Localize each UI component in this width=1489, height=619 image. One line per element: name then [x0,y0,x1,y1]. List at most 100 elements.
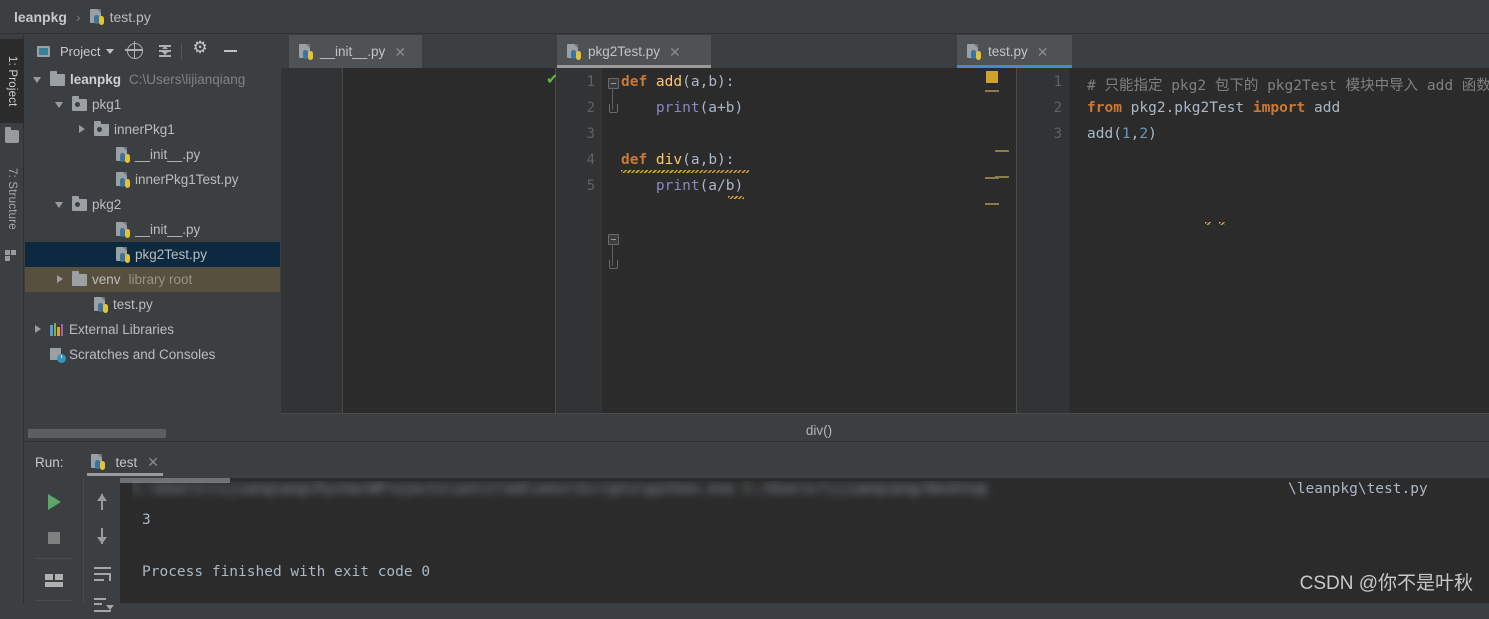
tree-item-pkg2test-py[interactable]: pkg2Test.py [25,242,280,267]
console-command-line: C:\Users\lijianqiang\PycharmProjects\unt… [132,481,1432,507]
run-console-output[interactable]: C:\Users\lijianqiang\PycharmProjects\unt… [120,478,1489,603]
project-view-icon[interactable] [32,40,54,62]
tree-item-hint: C:\Users\lijianqiang [129,72,246,87]
stop-button[interactable] [25,524,83,552]
editor-pane-pkg2test[interactable]: ✔ 1 def add(a,b): 2 print(a+b) 3 4 def div(a,… [546,68,1062,413]
sidebar-tab-structure[interactable]: 7: Structure [0,155,24,243]
run-configuration-tab[interactable]: test ✕ [86,446,164,478]
run-toolbar-left [25,478,83,603]
toolbar-divider [35,558,73,559]
collapse-all-icon[interactable] [154,40,176,62]
chevron-down-icon[interactable] [106,48,115,54]
layout-button[interactable] [25,566,83,594]
up-stack-button[interactable] [84,488,120,516]
sidebar-tab-project[interactable]: 1: Project [0,39,24,123]
editor-tab-test[interactable]: test.py ✕ [957,35,1072,68]
editor-split-empty [343,68,555,413]
python-file-icon [567,43,582,60]
scroll-to-end-button[interactable] [84,591,120,619]
project-panel-title: Project [60,43,101,59]
tree-item-label: pkg2Test.py [135,247,208,262]
editor-pane-test[interactable]: 1 # 只能指定 pkg2 包下的 pkg2Test 模块中导入 add 函数 2 f… [985,68,1489,413]
tree-item-label: test.py [113,297,153,312]
editor-tab-label: pkg2Test.py [588,44,661,59]
code-fold-toggle[interactable] [608,234,619,245]
project-tree[interactable]: leanpkg C:\Users\lijianqiang pkg1 innerPkg1… [25,67,280,422]
line-number: 1 [1053,74,1062,90]
tree-item-test-py[interactable]: test.py [25,292,280,317]
chevron-right-icon[interactable] [77,124,88,135]
code-line: # 只能指定 pkg2 包下的 pkg2Test 模块中导入 add 函数 [1087,78,1489,94]
editor-area: __init__.py ✕ pkg2Test.py ✕ test.py ✕ ✔ … [281,35,1489,446]
code-fold-end [609,260,618,269]
line-number: 3 [586,126,595,142]
project-horizontal-scrollbar[interactable] [25,428,280,439]
close-icon[interactable]: ✕ [1037,45,1049,59]
panel-divider [25,441,1489,442]
tree-item-innerpkg1test-py[interactable]: innerPkg1Test.py [25,167,280,192]
left-tool-window-strip: 1: Project 7: Structure [0,35,24,603]
libraries-icon [50,323,64,336]
close-icon[interactable]: ✕ [394,45,406,59]
play-icon [47,494,61,510]
tree-item-venv[interactable]: venv library root [25,267,280,292]
close-icon[interactable]: ✕ [147,454,159,471]
stop-icon [48,532,60,544]
tree-item-external-libraries[interactable]: External Libraries [25,317,280,342]
minimize-icon[interactable] [219,40,241,62]
run-panel-header: Run: test ✕ [25,446,1489,478]
chevron-down-icon[interactable] [55,199,66,210]
tree-item-label: __init__.py [135,222,201,237]
line-number: 3 [1053,126,1062,142]
project-panel-header: Project [25,35,280,67]
python-file-icon [116,246,131,263]
warning-squiggle [621,170,749,173]
package-folder-icon [94,120,109,136]
rerun-button[interactable] [25,488,83,516]
line-number-gutter [556,68,602,413]
line-number: 4 [586,152,595,168]
warning-squiggle [728,196,744,199]
chevron-down-icon[interactable] [55,99,66,110]
line-number-gutter [1017,68,1069,413]
gear-icon[interactable] [189,39,211,62]
editor-tab-bar: __init__.py ✕ pkg2Test.py ✕ test.py ✕ [281,35,1489,68]
soft-wrap-button[interactable] [84,560,120,588]
line-number: 2 [1053,100,1062,116]
close-icon[interactable]: ✕ [669,45,681,59]
line-number: 2 [586,100,595,116]
tree-item--init-py[interactable]: __init__.py [25,217,280,242]
tree-item-label: venv [92,272,121,287]
target-locate-icon[interactable] [124,40,146,62]
breadcrumb-file[interactable]: test.py [110,9,151,25]
tree-item-pkg2[interactable]: pkg2 [25,192,280,217]
scratches-icon [50,347,66,363]
editor-tab-pkg2test[interactable]: pkg2Test.py ✕ [557,35,711,68]
console-exit-message: Process finished with exit code 0 [142,564,431,580]
chevron-down-icon[interactable] [33,74,44,85]
chevron-right-icon[interactable] [55,274,66,285]
python-file-icon [116,146,131,163]
line-number: 1 [586,74,595,90]
code-fold-toggle[interactable] [608,78,619,89]
folder-icon [5,127,19,143]
editor-split-gutter [281,68,343,413]
breadcrumb-function[interactable]: div() [806,423,832,438]
chevron-right-icon[interactable] [33,324,44,335]
tree-item-scratches-and-consoles[interactable]: Scratches and Consoles [25,342,280,367]
python-file-icon [116,221,131,238]
tree-item-pkg1[interactable]: pkg1 [25,92,280,117]
tree-item-innerpkg1[interactable]: innerPkg1 [25,117,280,142]
editor-tab-init[interactable]: __init__.py ✕ [289,35,422,68]
tree-item-label: leanpkg [70,72,122,87]
tree-item-leanpkg[interactable]: leanpkg C:\Users\lijianqiang [25,67,280,92]
toolbar-divider [35,600,73,601]
code-line: from pkg2.pkg2Test import add [1087,100,1341,116]
breadcrumb-project[interactable]: leanpkg [14,9,67,25]
marker-tick [995,150,1009,152]
down-stack-button[interactable] [84,522,120,550]
editor-tab-label: test.py [988,44,1028,59]
tree-item--init-py[interactable]: __init__.py [25,142,280,167]
